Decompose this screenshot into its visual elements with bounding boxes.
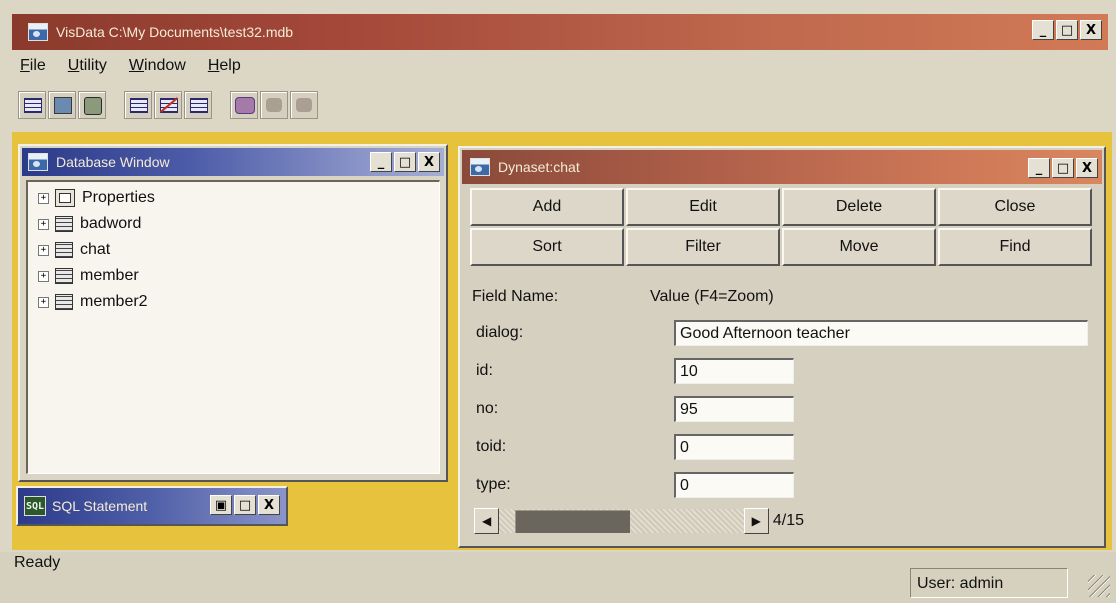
status-text: Ready — [14, 554, 61, 571]
field-label-id: id: — [476, 362, 493, 379]
dynaset-close-button[interactable]: X — [1076, 158, 1098, 178]
commit-icon — [260, 91, 288, 119]
field-value-no[interactable]: 95 — [674, 396, 794, 422]
resize-grip-icon[interactable] — [1088, 575, 1110, 597]
sql-statement-window[interactable]: SQL SQL Statement ▣ □ X — [16, 486, 288, 526]
expand-icon[interactable]: + — [38, 296, 49, 308]
database-window-maximize-button[interactable]: □ — [394, 152, 416, 172]
dynaset-minimize-button[interactable]: _ — [1028, 158, 1050, 178]
menu-window[interactable]: Window — [129, 57, 186, 75]
move-button[interactable]: Move — [782, 228, 936, 266]
record-position: 4/15 — [772, 512, 804, 529]
menu-file[interactable]: File — [20, 57, 46, 75]
maximize-button[interactable]: □ — [1056, 20, 1078, 40]
field-value-dialog[interactable]: Good Afternoon teacher — [674, 320, 1088, 346]
tree-item-badword[interactable]: + badword — [38, 212, 141, 236]
record-scrollbar[interactable]: ◀ ▶ 4/15 — [474, 508, 804, 534]
begin-transaction-icon[interactable] — [230, 91, 258, 119]
sql-statement-title: SQL Statement — [52, 498, 148, 514]
dynaset-title-bar[interactable]: Dynaset:chat _ □ X — [462, 150, 1102, 184]
sql-statement-title-bar[interactable]: SQL SQL Statement ▣ □ X — [18, 488, 286, 524]
minimize-button[interactable]: _ — [1032, 20, 1054, 40]
delete-button[interactable]: Delete — [782, 188, 936, 226]
tree-item-member2[interactable]: + member2 — [38, 290, 148, 314]
visdata-app: VisData C:\My Documents\test32.mdb _ □ X… — [0, 0, 1116, 603]
properties-icon — [55, 189, 75, 207]
menu-utility[interactable]: Utility — [68, 57, 107, 75]
sql-close-button[interactable]: X — [258, 495, 280, 515]
scroll-thumb[interactable] — [515, 510, 631, 533]
tree-item-label: badword — [80, 215, 142, 232]
sql-icon: SQL — [24, 496, 46, 516]
main-title-bar: VisData C:\My Documents\test32.mdb _ □ X — [12, 14, 1108, 50]
table-icon — [55, 242, 73, 258]
tree-item-label: member2 — [80, 293, 148, 310]
field-label-toid: toid: — [476, 438, 507, 455]
dynaset-type-icon[interactable] — [48, 91, 76, 119]
tree-item-label: chat — [80, 241, 111, 258]
value-header: Value (F4=Zoom) — [650, 288, 774, 305]
expand-icon[interactable]: + — [38, 244, 49, 256]
snapshot-type-icon[interactable] — [78, 91, 106, 119]
toolbar — [18, 88, 320, 122]
field-label-type: type: — [476, 476, 511, 493]
close-button[interactable]: X — [1080, 20, 1102, 40]
field-name-header: Field Name: — [472, 288, 559, 305]
field-value-type[interactable]: 0 — [674, 472, 794, 498]
menu-bar: File Utility Window Help — [20, 52, 241, 80]
dynaset-button-grid: Add Edit Delete Close Sort Filter Move F… — [470, 188, 1092, 266]
tree-item-chat[interactable]: + chat — [38, 238, 110, 262]
table-icon — [55, 216, 73, 232]
dynaset-window: Dynaset:chat _ □ X Add Edit Delete Close… — [458, 146, 1106, 548]
find-button[interactable]: Find — [938, 228, 1092, 266]
dbgrid-control-icon[interactable] — [184, 91, 212, 119]
data-control-icon[interactable] — [124, 91, 152, 119]
database-window-close-button[interactable]: X — [418, 152, 440, 172]
scroll-left-arrow-icon[interactable]: ◀ — [474, 508, 500, 534]
sort-button[interactable]: Sort — [470, 228, 624, 266]
database-tree[interactable]: + Properties + badword + chat + member + — [26, 180, 440, 474]
expand-icon[interactable]: + — [38, 270, 49, 282]
sql-maximize-button[interactable]: □ — [234, 495, 256, 515]
add-button[interactable]: Add — [470, 188, 624, 226]
edit-button[interactable]: Edit — [626, 188, 780, 226]
tree-item-properties[interactable]: + Properties — [38, 186, 155, 210]
database-window-minimize-button[interactable]: _ — [370, 152, 392, 172]
database-window-title-bar[interactable]: Database Window _ □ X — [22, 148, 444, 176]
no-data-control-icon[interactable] — [154, 91, 182, 119]
visdata-app-icon[interactable] — [28, 23, 48, 41]
status-user: User: admin — [910, 568, 1068, 598]
table-icon — [55, 268, 73, 284]
field-label-dialog: dialog: — [476, 324, 524, 341]
rollback-icon — [290, 91, 318, 119]
tree-item-label: member — [80, 267, 139, 284]
dynaset-window-icon[interactable] — [470, 158, 490, 176]
field-label-no: no: — [476, 400, 499, 417]
menu-help[interactable]: Help — [208, 57, 241, 75]
tree-item-member[interactable]: + member — [38, 264, 139, 288]
filter-button[interactable]: Filter — [626, 228, 780, 266]
scroll-track[interactable] — [499, 509, 744, 533]
table-icon — [55, 294, 73, 310]
table-type-icon[interactable] — [18, 91, 46, 119]
database-window-icon[interactable] — [28, 153, 48, 171]
expand-icon[interactable]: + — [38, 192, 49, 204]
scroll-right-arrow-icon[interactable]: ▶ — [743, 508, 769, 534]
field-value-id[interactable]: 10 — [674, 358, 794, 384]
status-bar: Ready User: admin — [0, 552, 1116, 603]
expand-icon[interactable]: + — [38, 218, 49, 230]
database-window: Database Window _ □ X + Properties + bad… — [18, 144, 448, 482]
window-title: VisData C:\My Documents\test32.mdb — [56, 24, 294, 40]
sql-restore-button[interactable]: ▣ — [210, 495, 232, 515]
database-window-title: Database Window — [56, 154, 170, 170]
close-record-button[interactable]: Close — [938, 188, 1092, 226]
dynaset-maximize-button[interactable]: □ — [1052, 158, 1074, 178]
tree-item-label: Properties — [82, 189, 155, 206]
dynaset-title: Dynaset:chat — [498, 159, 580, 175]
field-value-toid[interactable]: 0 — [674, 434, 794, 460]
